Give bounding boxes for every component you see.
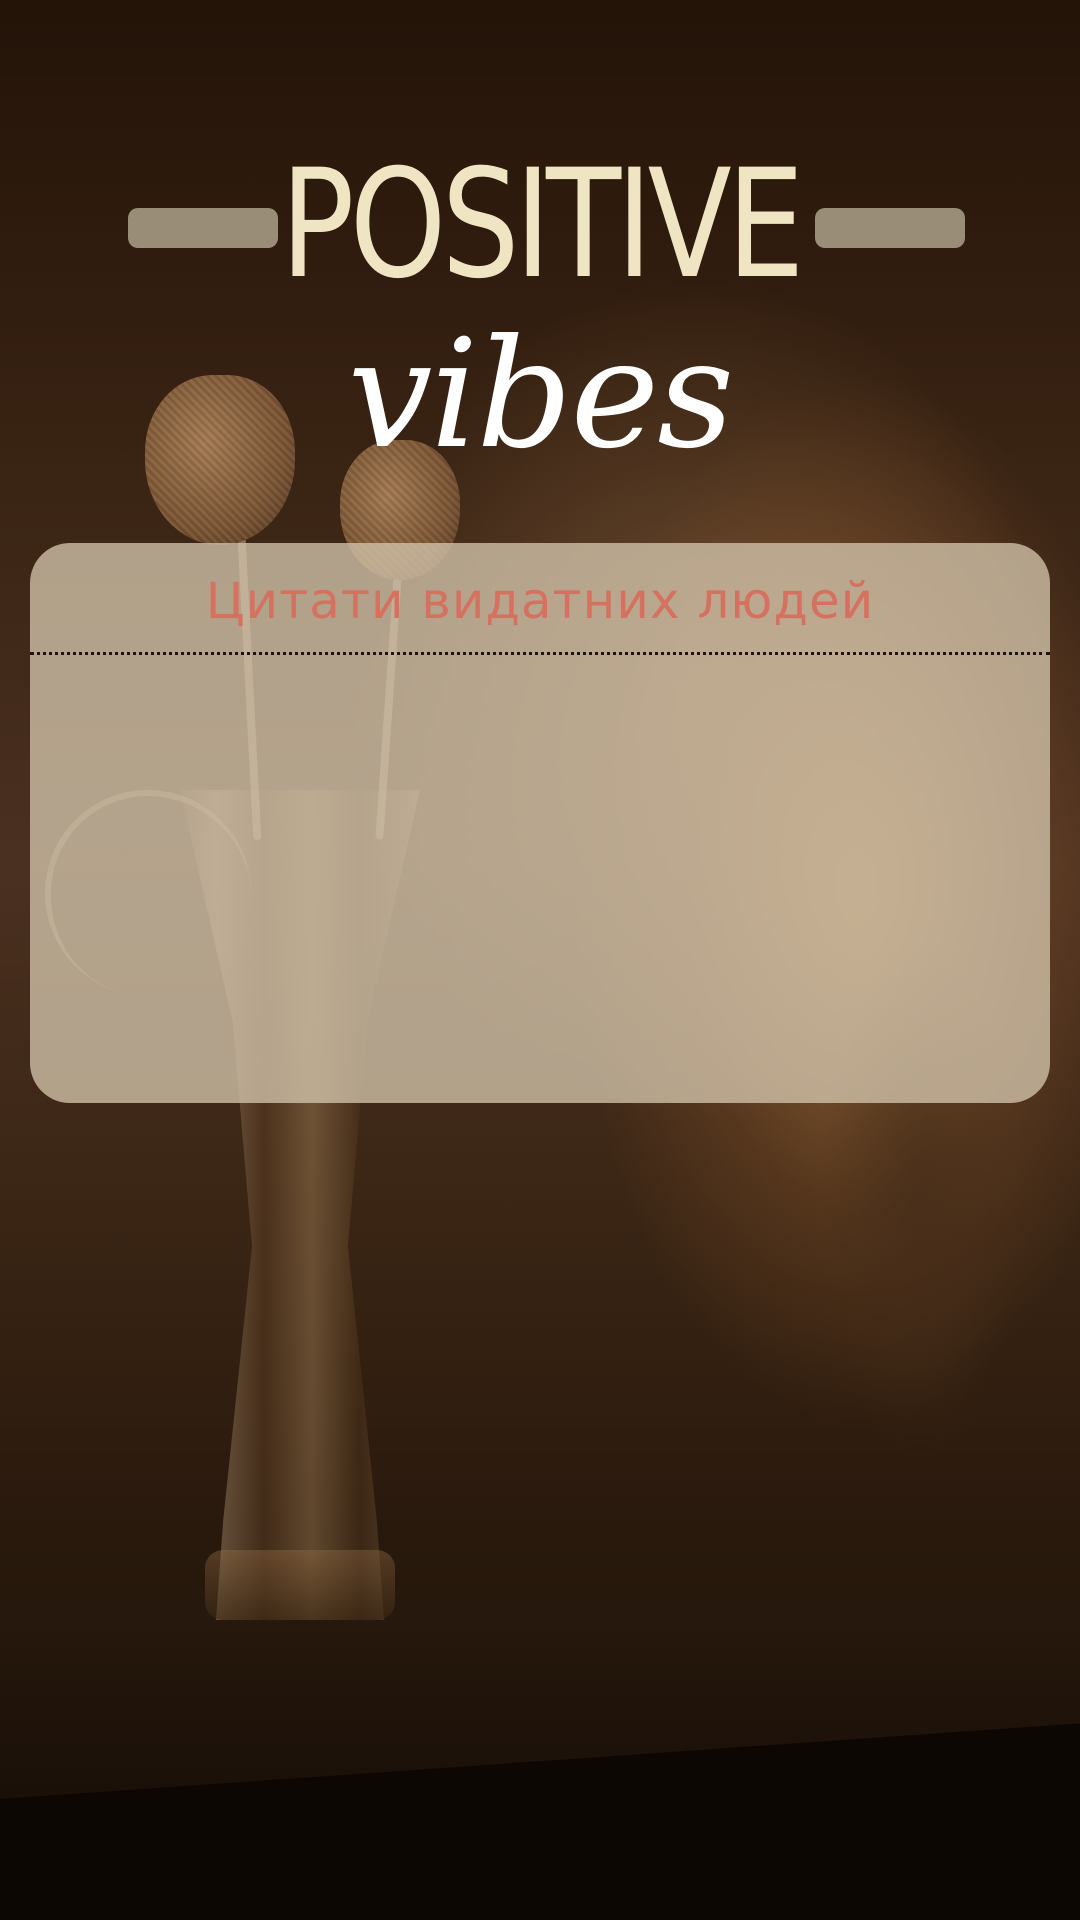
title-script-text: vibes <box>347 308 734 482</box>
card-divider <box>30 652 1050 655</box>
quote-card: Цитати видатних людей <box>30 543 1050 1103</box>
title-main-text: POSITIVE <box>280 138 804 312</box>
card-heading: Цитати видатних людей <box>205 572 875 630</box>
vase-base <box>205 1550 395 1620</box>
